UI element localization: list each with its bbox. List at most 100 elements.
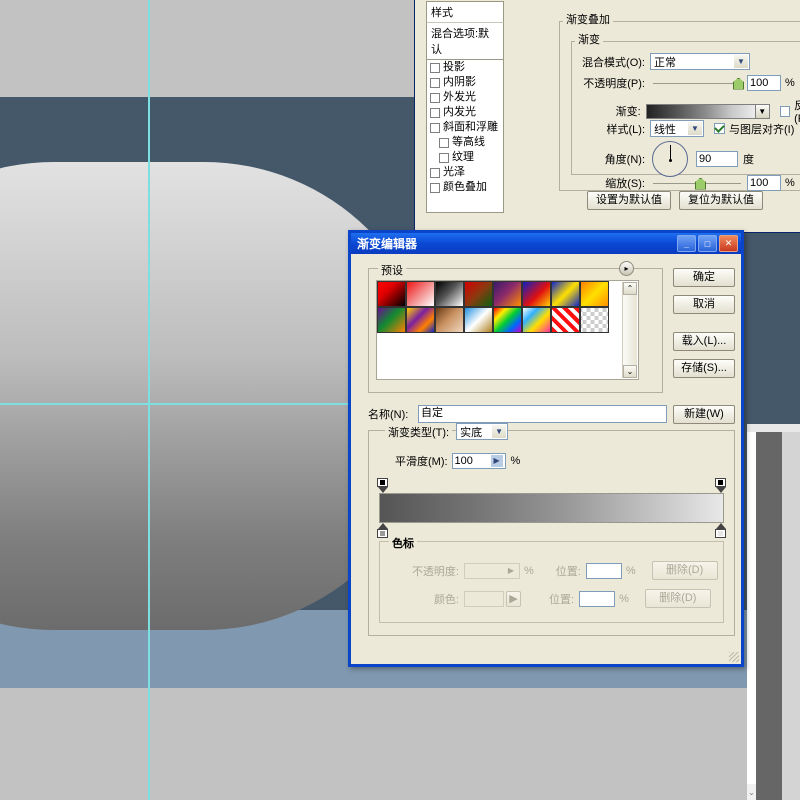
checkbox-icon[interactable] [430, 63, 440, 73]
color-stop-left[interactable] [377, 523, 388, 538]
gradient-editor-title: 渐变编辑器 [357, 235, 417, 252]
gradient-picker[interactable]: ▼ [646, 104, 770, 119]
blending-options-item[interactable]: 混合选项:默认 [426, 22, 504, 60]
effect-item-contour[interactable]: 等高线 [427, 135, 503, 150]
checkbox-icon[interactable] [430, 168, 440, 178]
delete-stop-button-1[interactable]: 删除(D) [652, 561, 718, 580]
preset-swatch-yellow-violet-orange-blue[interactable] [406, 307, 435, 333]
checkbox-icon[interactable] [430, 183, 440, 193]
preset-swatch-blue-red-yellow[interactable] [522, 281, 551, 307]
preset-swatch-red-to-transparent[interactable] [406, 281, 435, 307]
effect-item-drop-shadow[interactable]: 投影 [427, 60, 503, 75]
spinner-arrow-icon[interactable]: ▶ [505, 565, 517, 577]
checkbox-icon[interactable] [430, 108, 440, 118]
minimize-button[interactable]: _ [677, 235, 696, 252]
guide-vertical [148, 0, 150, 800]
scale-slider[interactable] [653, 183, 741, 184]
gradient-editor-titlebar[interactable]: 渐变编辑器 _ □ ✕ [351, 233, 741, 254]
preset-swatch-red-stripes[interactable] [551, 307, 580, 333]
maximize-button[interactable]: □ [698, 235, 717, 252]
blend-mode-select[interactable]: 正常 ▼ [650, 53, 750, 70]
scrollbar-thumb[interactable] [623, 295, 637, 365]
cancel-button[interactable]: 取消 [673, 295, 735, 314]
checkbox-icon[interactable] [780, 106, 790, 117]
preset-swatch-violet-green-orange[interactable] [377, 307, 406, 333]
reset-default-button[interactable]: 复位为默认值 [679, 191, 763, 210]
preset-scrollbar[interactable]: ⌃ ⌄ [622, 282, 637, 378]
stop-position-input-2[interactable] [579, 591, 615, 607]
opacity-stop-left[interactable] [377, 478, 388, 493]
checkbox-icon[interactable] [439, 138, 449, 148]
scroll-down-icon[interactable]: ⌄ [623, 365, 637, 378]
preset-grid[interactable] [377, 281, 638, 333]
color-stop-right[interactable] [715, 523, 726, 538]
angle-dial[interactable] [652, 141, 688, 177]
new-button[interactable]: 新建(W) [673, 405, 735, 424]
preset-swatch-list[interactable]: ⌃ ⌄ [376, 280, 639, 380]
chevron-down-icon[interactable]: ▼ [492, 425, 506, 438]
preset-swatch-red-green[interactable] [464, 281, 493, 307]
slider-knob-icon[interactable] [695, 178, 706, 190]
close-button[interactable]: ✕ [719, 235, 738, 252]
effect-item-outer-glow[interactable]: 外发光 [427, 90, 503, 105]
preset-swatch-blue-yellow-blue[interactable] [551, 281, 580, 307]
scroll-up-icon[interactable]: ⌃ [623, 282, 637, 295]
preset-swatch-violet-orange[interactable] [493, 281, 522, 307]
opacity-stop-right[interactable] [715, 478, 726, 493]
set-default-button[interactable]: 设置为默认值 [587, 191, 671, 210]
chevron-down-icon[interactable]: ▼ [756, 104, 770, 119]
gradient-bar-wrap[interactable] [379, 493, 724, 523]
chevron-down-icon[interactable]: ▼ [688, 122, 702, 135]
preset-swatch-black-to-white[interactable] [435, 281, 464, 307]
blend-mode-value: 正常 [654, 54, 676, 70]
resize-grip-icon[interactable] [729, 652, 739, 662]
ok-button[interactable]: 确定 [673, 268, 735, 287]
save-button[interactable]: 存储(S)... [673, 359, 735, 378]
preset-swatch-copper[interactable] [435, 307, 464, 333]
scale-input[interactable]: 100 [747, 175, 781, 191]
gradient-type-select[interactable]: 实底 ▼ [456, 423, 508, 440]
canvas-band-bottom [0, 688, 800, 800]
checkbox-icon[interactable] [439, 153, 449, 163]
gradient-preview-swatch[interactable] [646, 104, 756, 119]
preset-swatch-red-to-black[interactable] [377, 281, 406, 307]
preset-swatch-transparent-checker[interactable] [580, 307, 609, 333]
effects-list[interactable]: 投影 内阴影 外发光 内发光 斜面和浮雕 [426, 60, 504, 213]
align-layer-checkbox-row[interactable]: 与图层对齐(I) [714, 121, 794, 137]
gradient-bar[interactable] [379, 493, 724, 523]
preset-menu-icon[interactable]: ▸ [619, 261, 634, 276]
effect-item-inner-glow[interactable]: 内发光 [427, 105, 503, 120]
slider-knob-icon[interactable] [733, 78, 744, 90]
spinner-arrow-icon[interactable]: ▶ [491, 455, 503, 467]
name-input[interactable]: 自定 [418, 405, 667, 423]
effect-item-inner-shadow[interactable]: 内阴影 [427, 75, 503, 90]
color-arrow-icon[interactable]: ▶ [506, 591, 521, 607]
effect-item-texture[interactable]: 纹理 [427, 150, 503, 165]
stop-position-input-1[interactable] [586, 563, 622, 579]
effect-label: 内发光 [443, 106, 476, 119]
checkbox-icon[interactable] [714, 123, 725, 134]
scroll-down-icon[interactable]: ⌄ [747, 784, 756, 800]
effect-item-color-overlay[interactable]: 颜色叠加 [427, 180, 503, 195]
stop-opacity-label: 不透明度: [397, 563, 459, 579]
opacity-slider[interactable] [653, 83, 741, 84]
preset-swatch-spectrum[interactable] [493, 307, 522, 333]
load-button[interactable]: 载入(L)... [673, 332, 735, 351]
effect-item-bevel-emboss[interactable]: 斜面和浮雕 [427, 120, 503, 135]
stop-color-swatch[interactable] [464, 591, 504, 607]
chevron-down-icon[interactable]: ▼ [734, 55, 748, 68]
preset-swatch-transparent-rainbow[interactable] [522, 307, 551, 333]
checkbox-icon[interactable] [430, 93, 440, 103]
smoothness-input[interactable]: 100 ▶ [452, 453, 506, 469]
stop-opacity-input[interactable]: ▶ [464, 563, 520, 579]
checkbox-icon[interactable] [430, 78, 440, 88]
gradient-style-select[interactable]: 线性 ▼ [650, 120, 704, 137]
effect-item-satin[interactable]: 光泽 [427, 165, 503, 180]
angle-input[interactable]: 90 [696, 151, 738, 167]
opacity-input[interactable]: 100 [747, 75, 781, 91]
checkbox-icon[interactable] [430, 123, 440, 133]
delete-stop-button-2[interactable]: 删除(D) [645, 589, 711, 608]
preset-swatch-orange-yellow-orange[interactable] [580, 281, 609, 307]
preset-swatch-chrome[interactable] [464, 307, 493, 333]
stop-opacity-unit: % [524, 565, 534, 577]
